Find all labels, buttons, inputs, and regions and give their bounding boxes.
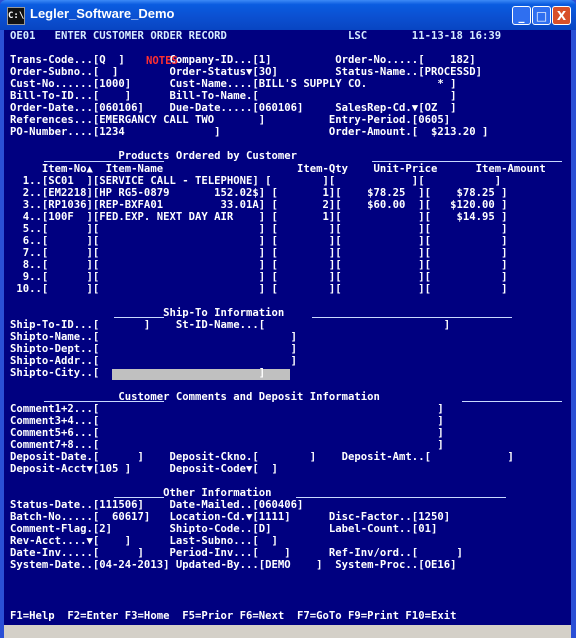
screen-line-15: 4..[100F ][FED.EXP. NEXT DAY AIR ] [ 1][… (10, 211, 508, 223)
function-keys[interactable]: F1=Help F2=Enter F3=Home F5=Prior F6=Nex… (10, 610, 456, 622)
screen-line-18: 7..[ ][ ] [ ][ ][ ] (10, 247, 508, 259)
screen-line-10: Products Ordered by Customer (10, 150, 298, 162)
other-separator-right (296, 497, 506, 498)
title-bar[interactable]: C:\ Legler_Software_Demo _ □ X (0, 0, 576, 30)
screen-line-23: Ship-To Information (10, 307, 285, 319)
terminal-screen[interactable]: OE01 ENTER CUSTOMER ORDER RECORD LSC 11-… (4, 30, 571, 625)
screen-line-42: Rev-Acct....▼[ ] Last-Subno...[ ] (10, 535, 278, 547)
app-window: C:\ Legler_Software_Demo _ □ X OE01 ENTE… (0, 0, 576, 638)
close-button[interactable]: X (552, 6, 571, 25)
screen-line-5: Bill-To-ID...[ ] Bill-To-Name.[ ] (10, 90, 457, 102)
screen-line-16: 5..[ ][ ] [ ][ ][ ] (10, 223, 508, 235)
screen-line-0: OE01 ENTER CUSTOMER ORDER RECORD LSC 11-… (10, 30, 502, 42)
screen-line-14: 3..[RP1036][REP-BXFA01 33.01A] [ 2][ $60… (10, 199, 508, 211)
screen-line-26: Shipto-Dept..[ ] (10, 343, 298, 355)
screen-line-17: 6..[ ][ ] [ ][ ][ ] (10, 235, 508, 247)
screen-line-32: Comment3+4...[ ] (10, 415, 444, 427)
screen-line-6: Order-Date...[060106] Due-Date.....[0601… (10, 102, 457, 114)
screen-line-35: Deposit-Date.[ ] Deposit-Ckno.[ ] Deposi… (10, 451, 514, 463)
window-bottom-border (4, 625, 571, 638)
screen-line-8: PO-Number....[1234 ] Order-Amount.[ $213… (10, 126, 489, 138)
screen-line-3: Order-Subno..[ ] Order-Status▼[3O] Statu… (10, 66, 482, 78)
console-icon: C:\ (7, 7, 25, 25)
screen-line-38: Other Information (10, 487, 272, 499)
products-separator-right (372, 161, 562, 162)
shipto-separator-right (312, 317, 512, 318)
screen-line-21: 10..[ ][ ] [ ][ ][ ] (10, 283, 508, 295)
screen-line-13: 2..[EM2218][HP RG5-0879 152.02$] [ 1][ $… (10, 187, 508, 199)
screen-line-33: Comment5+6...[ ] (10, 427, 444, 439)
screen-line-30: Customer Comments and Deposit Informatio… (10, 391, 380, 403)
screen-line-40: Batch-No.....[ 60617] Location-Cd.▼[1111… (10, 511, 451, 523)
screen-line-19: 8..[ ][ ] [ ][ ][ ] (10, 259, 508, 271)
screen-line-27: Shipto-Addr..[ ] (10, 355, 298, 367)
window-title: Legler_Software_Demo (30, 6, 175, 21)
notes-label[interactable]: NOTES (146, 55, 178, 67)
function-key-bar[interactable]: F1=Help F2=Enter F3=Home F5=Prior F6=Nex… (4, 606, 571, 625)
screen-line-31: Comment1+2...[ ] (10, 403, 444, 415)
screen-line-20: 9..[ ][ ] [ ][ ][ ] (10, 271, 508, 283)
minimize-button[interactable]: _ (512, 6, 531, 25)
screen-line-11: Item-No▲ Item-Name Item-Qty Unit-Price I… (10, 163, 546, 175)
screen-line-44: System-Date..[04-24-2013] Updated-By...[… (10, 559, 457, 571)
screen-line-34: Comment7+8...[ ] (10, 439, 444, 451)
screen-line-39: Status-Date..[111506] Date-Mailed..[0604… (10, 499, 304, 511)
screen-line-28: Shipto-City..[ ] (10, 367, 266, 379)
screen-line-12: 1..[SC01 ][SERVICE CALL - TELEPHONE] [ ]… (10, 175, 502, 187)
screen-line-36: Deposit-Acct▼[105 ] Deposit-Code▼[ ] (10, 463, 278, 475)
screen-line-25: Shipto-Name..[ ] (10, 331, 298, 343)
maximize-button[interactable]: □ (532, 6, 551, 25)
screen-line-2: Trans-Code...[Q ] Company-ID...[1] Order… (10, 54, 476, 66)
screen-line-24: Ship-To-ID...[ ] St-ID-Name...[ ] (10, 319, 451, 331)
screen-line-4: Cust-No......[1000] Cust-Name....[BILL'S… (10, 78, 457, 90)
comments-separator-right (462, 401, 562, 402)
screen-line-41: Comment-Flag.[2] Shipto-Code..[D] Label-… (10, 523, 438, 535)
screen-line-43: Date-Inv.....[ ] Period-Inv...[ ] Ref-In… (10, 547, 463, 559)
screen-line-7: References...[EMERGANCY CALL TWO ] Entry… (10, 114, 451, 126)
